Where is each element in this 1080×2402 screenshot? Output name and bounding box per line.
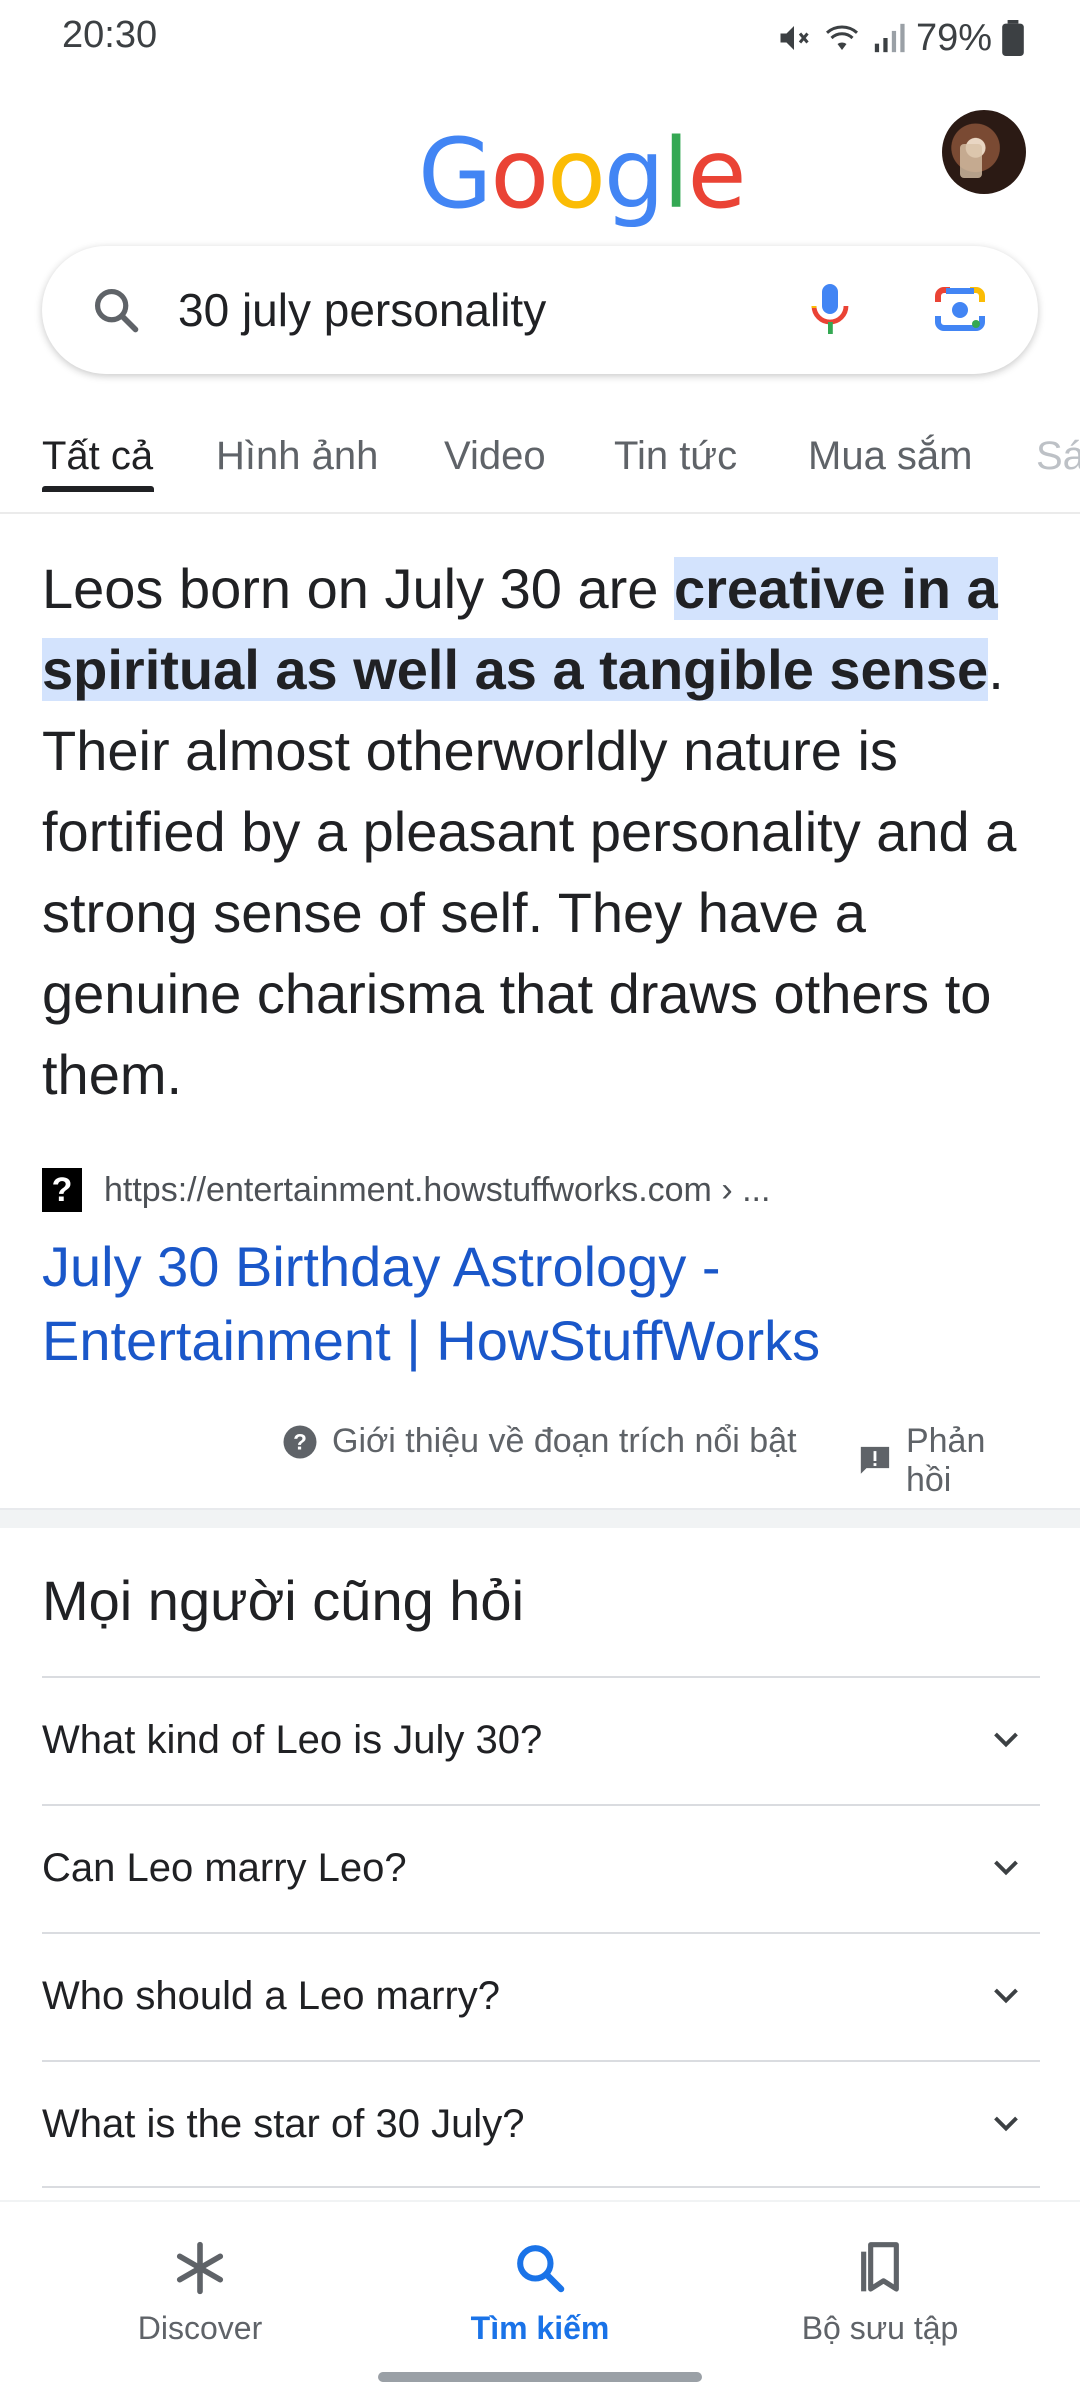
search-box[interactable]: 30 july personality bbox=[42, 246, 1038, 374]
source-row[interactable]: ? https://entertainment.howstuffworks.co… bbox=[42, 1168, 770, 1212]
paa-question-text: What is the star of 30 July? bbox=[42, 2102, 525, 2146]
status-bar: 20:30 79% bbox=[0, 0, 1080, 78]
search-icon bbox=[94, 288, 139, 333]
search-tabs: Tất cả Hình ảnh Video Tin tức Mua sắm Sá bbox=[0, 420, 1080, 514]
tab-news[interactable]: Tin tức bbox=[614, 434, 737, 479]
logo-letter: e bbox=[687, 118, 746, 230]
help-icon: ? bbox=[283, 1425, 317, 1458]
about-snippet-label: Giới thiệu về đoạn trích nổi bật bbox=[332, 1422, 797, 1460]
nav-search[interactable]: Tìm kiếm bbox=[390, 2240, 690, 2347]
logo-letter: o bbox=[547, 118, 606, 230]
about-snippet-link[interactable]: ? Giới thiệu về đoạn trích nổi bật bbox=[282, 1422, 797, 1461]
logo-letter: o bbox=[490, 118, 549, 230]
source-url[interactable]: https://entertainment.howstuffworks.com … bbox=[104, 1171, 770, 1210]
tab-video[interactable]: Video bbox=[444, 434, 546, 479]
nav-collections-label: Bộ sưu tập bbox=[801, 2310, 959, 2346]
asterisk-icon bbox=[176, 2241, 224, 2295]
nav-discover-label: Discover bbox=[137, 2310, 263, 2346]
snippet-text-before: Leos born on July 30 are bbox=[42, 557, 674, 620]
tab-more[interactable]: Sá bbox=[1036, 434, 1080, 479]
google-lens-icon[interactable] bbox=[932, 284, 988, 336]
people-also-ask-list: What kind of Leo is July 30? Can Leo mar… bbox=[42, 1676, 1040, 2188]
tab-all[interactable]: Tất cả bbox=[42, 434, 153, 479]
logo-letter: l bbox=[662, 118, 690, 230]
featured-snippet-text: Leos born on July 30 are creative in a s… bbox=[42, 548, 1042, 1115]
chevron-down-icon bbox=[994, 1860, 1018, 1876]
feedback-icon bbox=[860, 1446, 890, 1474]
paa-question-text: Can Leo marry Leo? bbox=[42, 1846, 407, 1890]
nav-discover[interactable]: Discover bbox=[50, 2240, 350, 2347]
search-input[interactable]: 30 july personality bbox=[178, 246, 546, 374]
battery-percent: 79% bbox=[915, 16, 992, 59]
logo-letter: G bbox=[418, 118, 492, 230]
chevron-down-icon bbox=[994, 1732, 1018, 1748]
avatar[interactable] bbox=[942, 110, 1026, 194]
snippet-meta-row: ? Giới thiệu về đoạn trích nổi bật Phản … bbox=[0, 1418, 1040, 1499]
home-indicator[interactable] bbox=[378, 2372, 702, 2382]
paa-question-text: Who should a Leo marry? bbox=[42, 1974, 501, 2018]
chevron-down-icon bbox=[994, 2116, 1018, 2132]
battery-icon bbox=[1002, 20, 1024, 56]
result-title-link[interactable]: July 30 Birthday Astrology - Entertainme… bbox=[42, 1230, 1022, 1378]
snippet-text-after: . Their almost otherworldly nature is fo… bbox=[42, 638, 1017, 1106]
status-time: 20:30 bbox=[62, 14, 158, 56]
paa-question-item[interactable]: What kind of Leo is July 30? bbox=[42, 1676, 1040, 1804]
microphone-icon[interactable] bbox=[810, 282, 850, 338]
paa-question-item[interactable]: Who should a Leo marry? bbox=[42, 1932, 1040, 2060]
mute-icon bbox=[780, 26, 809, 50]
feedback-link[interactable]: Phản hồi bbox=[858, 1422, 1040, 1500]
search-icon bbox=[517, 2245, 565, 2293]
svg-text:?: ? bbox=[293, 1429, 307, 1454]
active-tab-indicator bbox=[42, 486, 154, 492]
paa-question-item[interactable]: Can Leo marry Leo? bbox=[42, 1804, 1040, 1932]
signal-icon bbox=[874, 23, 905, 53]
tab-shopping[interactable]: Mua sắm bbox=[808, 434, 973, 479]
google-logo[interactable]: Google bbox=[418, 118, 747, 230]
people-also-ask-title: Mọi người cũng hỏi bbox=[42, 1569, 525, 1632]
nav-search-label: Tìm kiếm bbox=[470, 2310, 610, 2346]
paa-question-item[interactable]: What is the star of 30 July? bbox=[42, 2060, 1040, 2188]
feedback-label: Phản hồi bbox=[905, 1422, 986, 1499]
chevron-down-icon bbox=[994, 1988, 1018, 2004]
status-icons: 79% bbox=[776, 14, 1024, 62]
paa-question-text: What kind of Leo is July 30? bbox=[42, 1718, 543, 1762]
wifi-icon bbox=[825, 25, 858, 50]
logo-letter: g bbox=[603, 118, 665, 230]
collections-icon bbox=[861, 2242, 899, 2292]
nav-collections[interactable]: Bộ sưu tập bbox=[730, 2240, 1030, 2347]
tab-images[interactable]: Hình ảnh bbox=[216, 434, 378, 479]
howstuffworks-favicon-icon: ? bbox=[42, 1168, 82, 1212]
section-divider bbox=[0, 1508, 1080, 1528]
